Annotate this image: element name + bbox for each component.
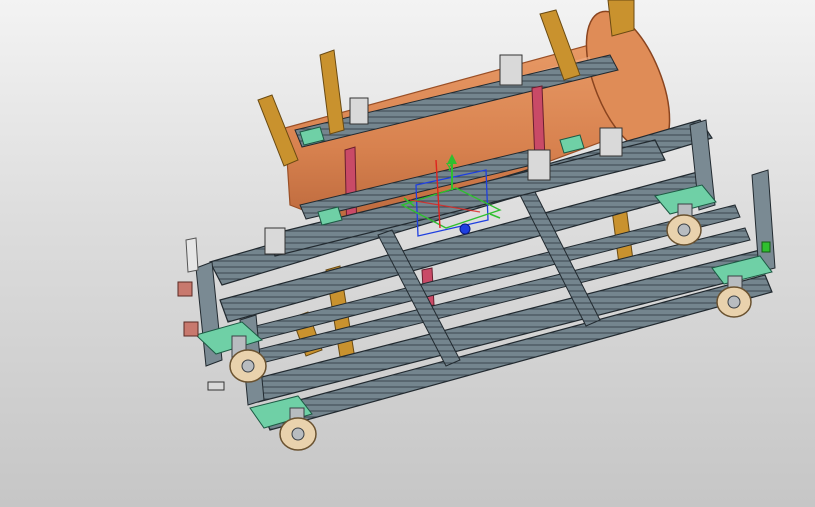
- triad-y-label: Y: [445, 161, 453, 174]
- cad-assembly-view[interactable]: Y: [0, 0, 815, 507]
- origin-dot-icon[interactable]: [459, 223, 471, 235]
- 3d-viewport[interactable]: Y: [0, 0, 815, 507]
